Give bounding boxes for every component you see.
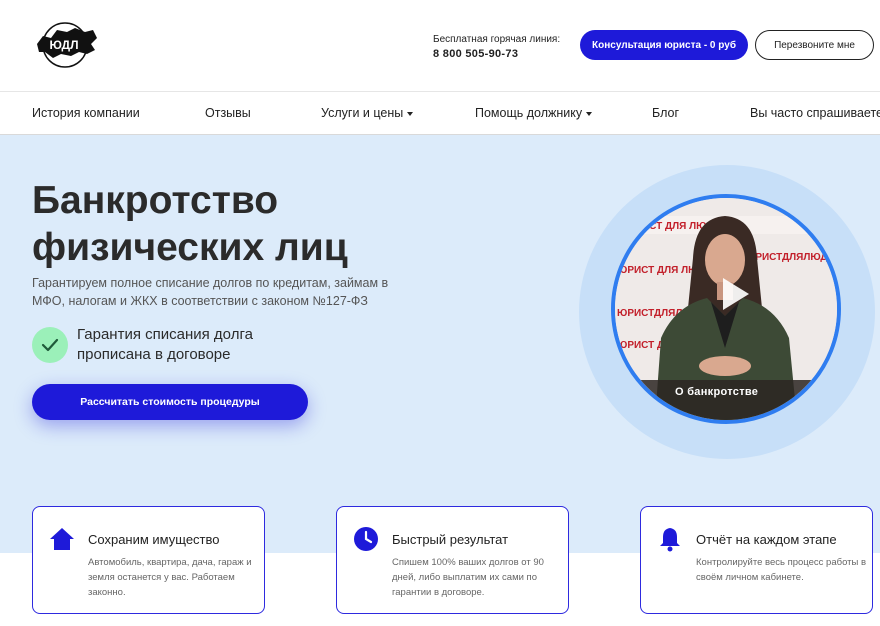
bell-icon bbox=[657, 526, 683, 552]
nav-item-faq[interactable]: Вы часто спрашиваете bbox=[750, 106, 880, 120]
consult-button[interactable]: Консультация юриста - 0 руб bbox=[580, 30, 748, 60]
clock-icon bbox=[353, 526, 379, 552]
nav-item-history[interactable]: История компании bbox=[32, 106, 140, 120]
site-header: ЮДЛ Бесплатная горячая линия: 8 800 505-… bbox=[0, 0, 880, 91]
nav-item-debtor-help[interactable]: Помощь должнику bbox=[475, 106, 593, 120]
caret-down-icon bbox=[407, 111, 414, 116]
feature-description: Спишем 100% ваших долгов от 90 дней, либ… bbox=[392, 557, 544, 598]
hero-section: Банкротство физических лиц Гарантируем п… bbox=[0, 135, 880, 553]
hotline: Бесплатная горячая линия: 8 800 505-90-7… bbox=[433, 34, 560, 62]
feature-title: Отчёт на каждом этапе bbox=[696, 532, 837, 547]
feature-description: Контролируйте весь процесс работы в своё… bbox=[696, 557, 867, 583]
nav-item-reviews[interactable]: Отзывы bbox=[205, 106, 251, 120]
check-icon bbox=[32, 327, 68, 363]
feature-card: Сохраним имущество Автомобиль, квартира,… bbox=[32, 506, 265, 614]
callback-button[interactable]: Перезвоните мне bbox=[755, 30, 874, 60]
page-title: Банкротство физических лиц bbox=[32, 179, 348, 269]
video-player[interactable]: ЮРИСТ ДЛЯ ЛЮДЕЙ ЮРИСТДЛЯЛЮДЕЙ.РФ ЮРИСТ Д… bbox=[611, 194, 841, 424]
nav-item-services[interactable]: Услуги и цены bbox=[321, 106, 414, 120]
company-logo[interactable]: ЮДЛ bbox=[33, 20, 101, 70]
feature-card: Быстрый результат Спишем 100% ваших долг… bbox=[336, 506, 569, 614]
feature-description: Автомобиль, квартира, дача, гараж и земл… bbox=[88, 557, 252, 598]
hotline-phone[interactable]: 8 800 505-90-73 bbox=[433, 46, 560, 62]
main-nav: История компании Отзывы Услуги и цены По… bbox=[0, 91, 880, 135]
play-icon[interactable] bbox=[711, 272, 755, 316]
home-icon bbox=[49, 526, 75, 552]
video-banner-text: ЮРИСТДЛЯЛЮДЕЙ.РФ bbox=[745, 250, 837, 263]
hero-subtitle: Гарантируем полное списание долгов по кр… bbox=[32, 276, 389, 308]
caret-down-icon bbox=[586, 111, 593, 116]
guarantee-text: Гарантия списания долга прописана в дого… bbox=[77, 326, 253, 363]
hotline-label: Бесплатная горячая линия: bbox=[433, 34, 561, 45]
nav-item-blog[interactable]: Блог bbox=[652, 106, 679, 120]
guarantee-note: Гарантия списания долга прописана в дого… bbox=[32, 325, 277, 365]
calculate-cost-button[interactable]: Рассчитать стоимость процедуры bbox=[32, 384, 308, 420]
logo-text: ЮДЛ bbox=[49, 38, 78, 52]
feature-card: Отчёт на каждом этапе Контролируйте весь… bbox=[640, 506, 873, 614]
feature-title: Быстрый результат bbox=[392, 532, 509, 547]
feature-title: Сохраним имущество bbox=[88, 532, 220, 547]
video-caption: О банкротстве bbox=[675, 386, 759, 398]
